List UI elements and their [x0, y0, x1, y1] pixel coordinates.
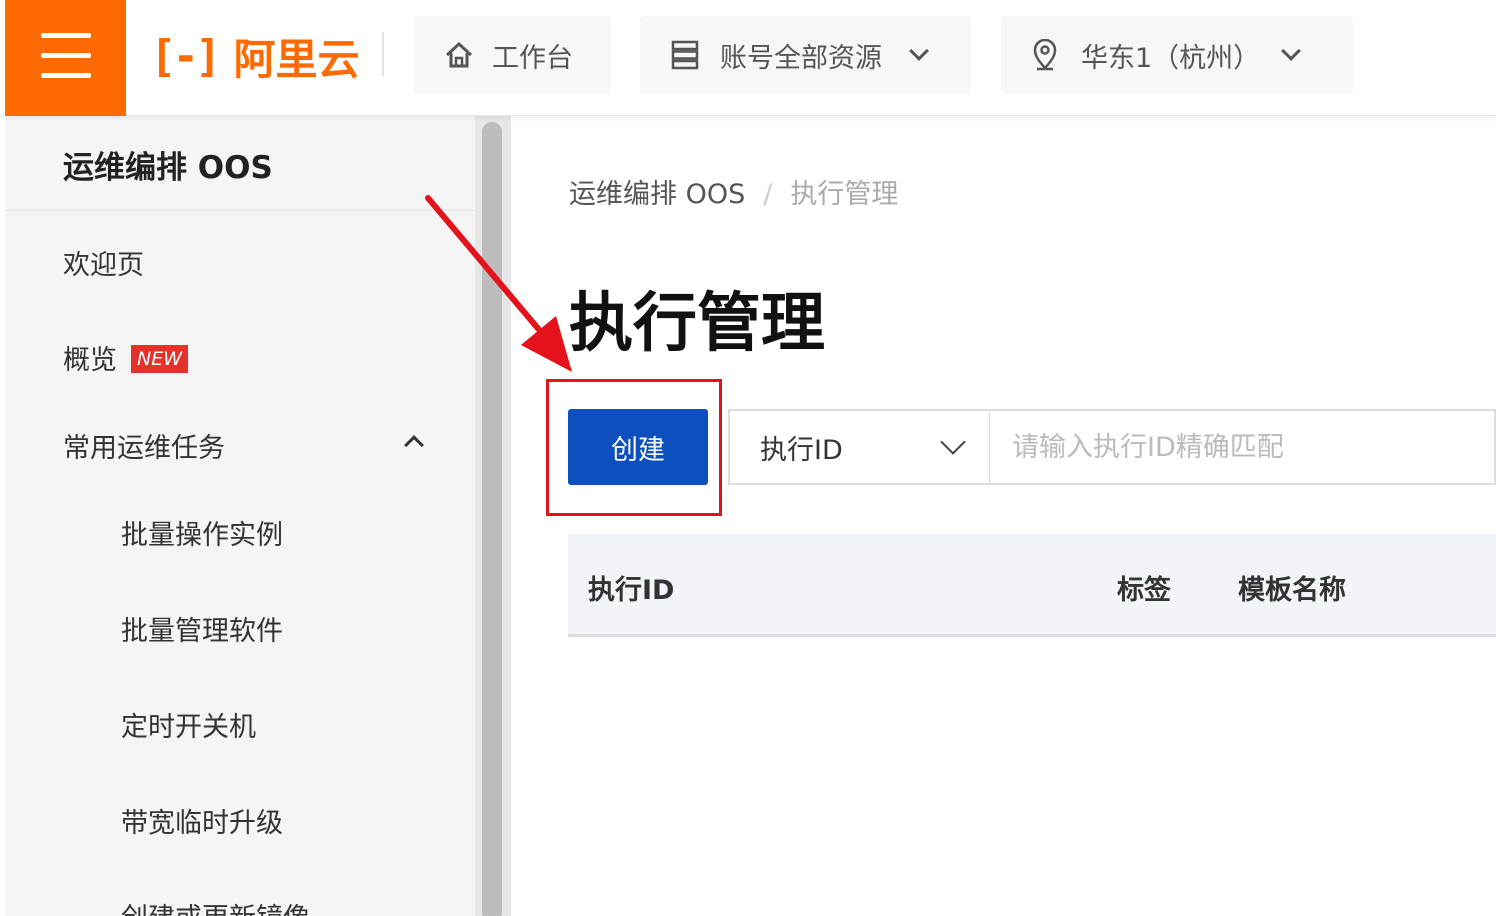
chevron-down-icon — [940, 429, 966, 455]
sidebar-title: 运维编排 OOS — [63, 150, 273, 186]
chevron-down-icon — [1281, 41, 1302, 61]
page-title: 执行管理 — [569, 287, 825, 361]
top-bar: [-] 阿里云 工作台 账号全部资源 华东1（杭州） — [0, 0, 1496, 116]
nav-resources-label: 账号全部资源 — [720, 42, 882, 74]
sidebar: 运维编排 OOS 欢迎页 概览 NEW 常用运维任务 批量操作实例 批量管理软件 … — [5, 116, 475, 916]
hamburger-menu-button[interactable] — [5, 0, 126, 116]
server-icon — [670, 40, 700, 70]
breadcrumb-current: 执行管理 — [790, 179, 899, 210]
column-header-template-name[interactable]: 模板名称 — [1238, 568, 1346, 607]
sidebar-item-bandwidth-upgrade[interactable]: 带宽临时升级 — [121, 801, 283, 840]
column-header-execution-id[interactable]: 执行ID — [588, 568, 674, 607]
column-header-tags[interactable]: 标签 — [1117, 568, 1171, 607]
hamburger-line — [41, 33, 91, 38]
main-content — [511, 116, 1496, 916]
hamburger-line — [41, 53, 91, 58]
logo-divider — [382, 32, 384, 76]
breadcrumb-root[interactable]: 运维编排 OOS — [569, 179, 745, 210]
chevron-down-icon — [909, 41, 929, 61]
search-input[interactable] — [989, 409, 1496, 485]
sidebar-item-overview[interactable]: 概览 NEW — [63, 338, 189, 377]
sidebar-item-image-update[interactable]: 创建或更新镜像 — [121, 896, 310, 916]
logo-mark: [-] — [150, 30, 222, 82]
sidebar-divider — [5, 209, 475, 211]
sidebar-item-batch-software[interactable]: 批量管理软件 — [121, 609, 283, 648]
aliyun-logo[interactable]: [-] 阿里云 — [150, 26, 360, 86]
sidebar-item-welcome[interactable]: 欢迎页 — [63, 243, 144, 282]
nav-region-label: 华东1（杭州） — [1081, 42, 1261, 74]
location-pin-icon — [1031, 39, 1059, 71]
nav-resources[interactable]: 账号全部资源 — [640, 16, 971, 94]
sidebar-group-common-tasks[interactable]: 常用运维任务 — [63, 426, 225, 465]
logo-text: 阿里云 — [233, 34, 360, 84]
sidebar-item-batch-instances[interactable]: 批量操作实例 — [121, 513, 283, 552]
sidebar-item-label: 概览 — [63, 345, 117, 376]
new-badge: NEW — [131, 345, 189, 373]
breadcrumb-separator: / — [763, 179, 773, 210]
filter-field-select[interactable]: 执行ID — [728, 409, 991, 485]
create-button[interactable]: 创建 — [568, 409, 708, 485]
hamburger-line — [41, 73, 91, 78]
sidebar-scrollbar-thumb[interactable] — [482, 122, 502, 916]
nav-region-selector[interactable]: 华东1（杭州） — [1001, 16, 1353, 94]
table-header: 执行ID 标签 模板名称 — [568, 534, 1496, 637]
nav-workbench[interactable]: 工作台 — [414, 16, 611, 94]
home-icon — [442, 41, 476, 69]
nav-workbench-label: 工作台 — [492, 42, 573, 74]
sidebar-item-scheduled-power[interactable]: 定时开关机 — [121, 705, 256, 744]
filter-field-value: 执行ID — [760, 434, 843, 466]
breadcrumb: 运维编排 OOS / 执行管理 — [569, 172, 898, 211]
